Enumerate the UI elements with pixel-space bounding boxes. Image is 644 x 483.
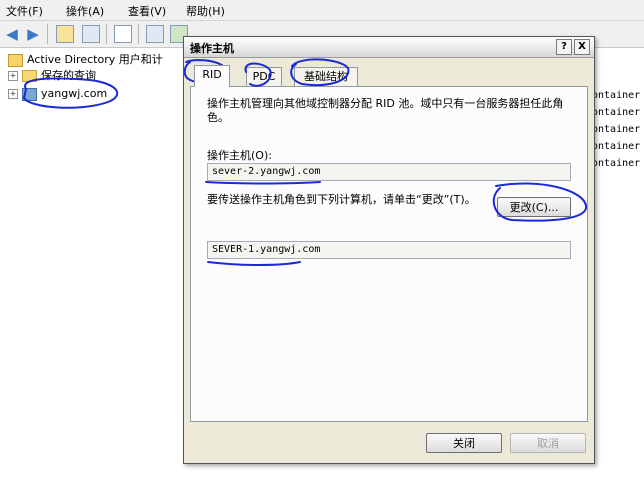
- transfer-instruction: 要传送操作主机角色到下列计算机，请单击“更改”(T)。: [207, 193, 476, 206]
- list-item[interactable]: ontainer: [592, 141, 640, 152]
- operations-master-label: 操作主机(O):: [207, 149, 272, 162]
- expand-icon[interactable]: +: [8, 71, 18, 81]
- properties-icon[interactable]: [114, 25, 132, 43]
- forward-arrow-icon[interactable]: ▶: [24, 25, 42, 43]
- expand-icon[interactable]: +: [8, 89, 18, 99]
- tree-item-saved-queries[interactable]: + 保存的查询: [8, 68, 96, 84]
- change-button[interactable]: 更改(C)...: [497, 197, 571, 217]
- dialog-title: 操作主机: [190, 42, 234, 55]
- console-tree-icon[interactable]: [82, 25, 100, 43]
- folder-icon: [22, 70, 37, 82]
- operations-master-dialog: 操作主机 ? X RID PDC 基础结构 操作主机管理向其他域控制器分配 RI…: [183, 36, 595, 464]
- close-button[interactable]: 关闭: [426, 433, 502, 453]
- help-button[interactable]: ?: [556, 39, 572, 55]
- tree-root-label: Active Directory 用户和计: [27, 53, 163, 66]
- back-arrow-icon[interactable]: ◀: [3, 25, 21, 43]
- saved-queries-label: 保存的查询: [41, 69, 96, 82]
- list-item[interactable]: ontainer: [592, 158, 640, 169]
- list-item[interactable]: ontainer: [592, 124, 640, 135]
- rid-description: 操作主机管理向其他域控制器分配 RID 池。域中只有一台服务器担任此角色。: [207, 97, 564, 124]
- list-item[interactable]: ontainer: [592, 107, 640, 118]
- tab-infrastructure[interactable]: 基础结构: [294, 67, 358, 86]
- tab-strip: RID PDC 基础结构: [190, 65, 588, 87]
- export-list-icon[interactable]: [146, 25, 164, 43]
- close-x-button[interactable]: X: [574, 39, 590, 55]
- tab-pdc[interactable]: PDC: [246, 67, 282, 86]
- tab-panel-rid: 操作主机管理向其他域控制器分配 RID 池。域中只有一台服务器担任此角色。 操作…: [190, 86, 588, 422]
- domain-label: yangwj.com: [41, 87, 108, 100]
- up-folder-icon[interactable]: [56, 25, 74, 43]
- menu-bar: 文件(F) 操作(A) 查看(V) 帮助(H): [0, 0, 644, 21]
- tab-rid[interactable]: RID: [194, 65, 230, 87]
- operations-master-field: sever-2.yangwj.com: [207, 163, 571, 181]
- cancel-button[interactable]: 取消: [510, 433, 586, 453]
- menu-view[interactable]: 查看(V): [128, 3, 166, 19]
- dialog-titlebar[interactable]: 操作主机 ? X: [184, 37, 594, 58]
- tree-item-domain[interactable]: + yangwj.com: [8, 86, 107, 102]
- target-computer-field: SEVER-1.yangwj.com: [207, 241, 571, 259]
- list-item[interactable]: ontainer: [592, 90, 640, 101]
- menu-file[interactable]: 文件(F): [6, 3, 43, 19]
- active-directory-icon: [8, 53, 23, 67]
- tree-root[interactable]: Active Directory 用户和计: [8, 52, 163, 68]
- menu-action[interactable]: 操作(A): [66, 3, 104, 19]
- domain-icon: [22, 87, 37, 101]
- menu-help[interactable]: 帮助(H): [186, 3, 225, 19]
